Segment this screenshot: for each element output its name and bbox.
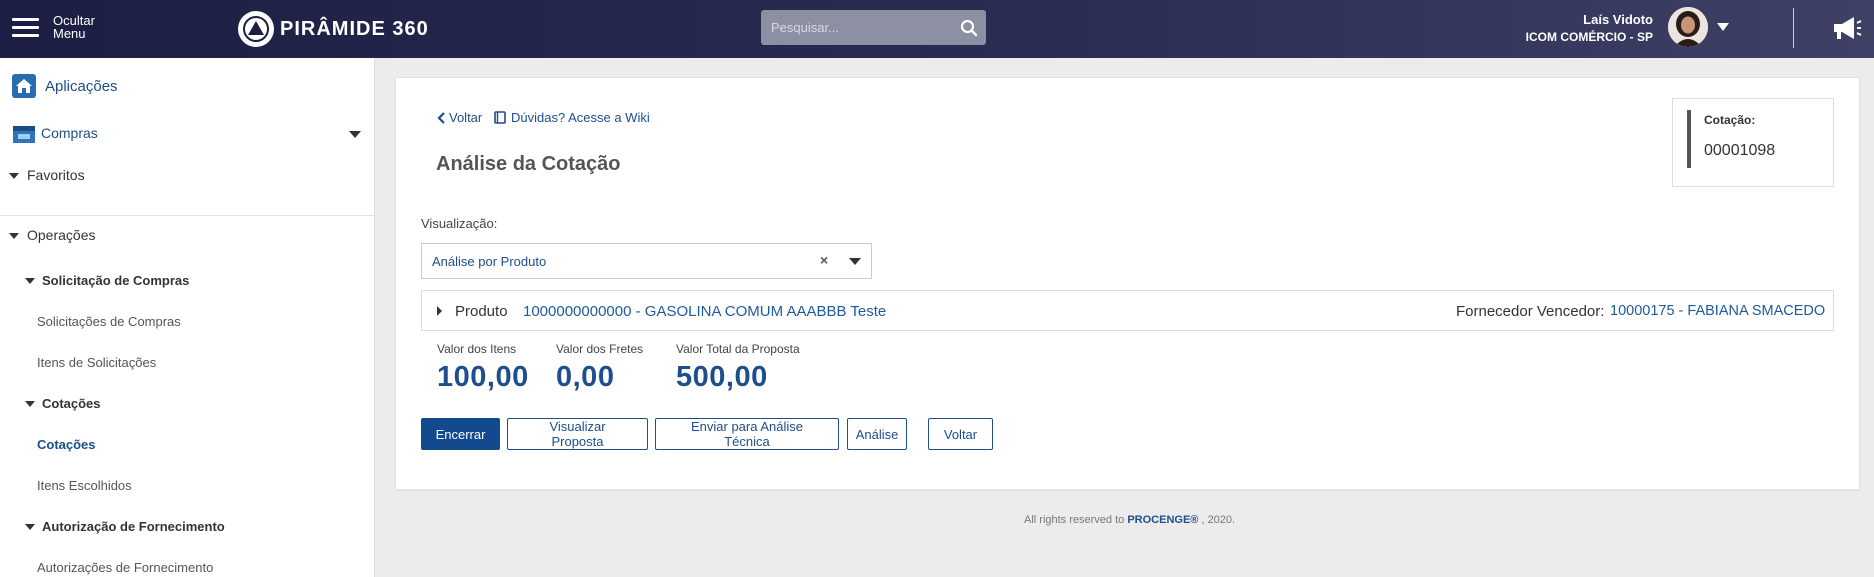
sidebar-item-label: Autorização de Fornecimento bbox=[42, 519, 225, 534]
user-name: Laís Vidoto bbox=[1583, 12, 1653, 27]
caret-down-icon bbox=[25, 401, 35, 407]
enviar-analise-tecnica-button[interactable]: Enviar para Análise Técnica bbox=[655, 418, 839, 450]
sidebar-item-itens-escolhidos[interactable]: Itens Escolhidos bbox=[0, 473, 374, 499]
stat-label: Valor dos Itens bbox=[437, 342, 517, 356]
top-bar: Ocultar Menu PIRÂMIDE 360 Laís Vidoto IC… bbox=[0, 0, 1874, 58]
page-title: Análise da Cotação bbox=[436, 153, 621, 175]
sidebar: Aplicações Compras Favoritos Operações S… bbox=[0, 58, 375, 577]
sidebar-item-label: Itens de Solicitações bbox=[37, 355, 157, 370]
avatar[interactable] bbox=[1668, 7, 1708, 47]
sidebar-item-solicitacoes-de-compras[interactable]: Solicitações de Compras bbox=[0, 309, 374, 335]
sidebar-item-label: Cotações bbox=[37, 437, 96, 452]
fornecedor-label: Fornecedor Vencedor: bbox=[1456, 303, 1605, 320]
analise-button[interactable]: Análise bbox=[847, 418, 907, 450]
sidebar-item-label: Solicitação de Compras bbox=[42, 273, 190, 288]
pyramid-logo-icon bbox=[238, 11, 274, 47]
caret-down-icon bbox=[25, 278, 35, 284]
clear-selection-icon[interactable]: × bbox=[820, 252, 828, 268]
sidebar-item-aplicacoes[interactable]: Aplicações bbox=[0, 72, 374, 102]
cotacao-info-box: Cotação: 00001098 bbox=[1672, 98, 1834, 187]
expand-caret-right-icon[interactable] bbox=[437, 306, 442, 316]
visualizacao-label: Visualização: bbox=[421, 216, 498, 231]
footer-prefix: All rights reserved to bbox=[1024, 514, 1125, 526]
cotacao-accent-bar bbox=[1687, 110, 1691, 168]
encerrar-button[interactable]: Encerrar bbox=[421, 418, 500, 450]
book-icon bbox=[494, 111, 506, 124]
cotacao-value: 00001098 bbox=[1704, 142, 1776, 159]
caret-down-icon bbox=[25, 524, 35, 530]
search-box bbox=[761, 10, 986, 45]
shopping-box-icon bbox=[13, 126, 35, 143]
footer-brand-link[interactable]: PROCENGE® bbox=[1127, 514, 1198, 526]
sidebar-group-operacoes[interactable]: Operações bbox=[0, 222, 374, 248]
megaphone-icon[interactable] bbox=[1830, 14, 1862, 42]
sidebar-item-label: Solicitações de Compras bbox=[37, 314, 181, 329]
stat-value: 500,00 bbox=[676, 361, 768, 393]
wiki-link[interactable]: Dúvidas? Acesse a Wiki bbox=[494, 110, 650, 125]
footer-suffix: , 2020. bbox=[1201, 514, 1236, 526]
main-card: Voltar Dúvidas? Acesse a Wiki Análise da… bbox=[395, 77, 1860, 490]
stat-label: Valor Total da Proposta bbox=[676, 342, 800, 356]
back-link[interactable]: Voltar bbox=[437, 110, 482, 125]
sidebar-group-favoritos[interactable]: Favoritos bbox=[0, 162, 374, 188]
fornecedor-value: 10000175 - FABIANA SMACEDO bbox=[1610, 303, 1826, 319]
logo[interactable]: PIRÂMIDE 360 bbox=[238, 10, 429, 48]
sidebar-group-cotacoes[interactable]: Cotações bbox=[0, 391, 374, 417]
sidebar-item-itens-de-solicitacoes[interactable]: Itens de Solicitações bbox=[0, 350, 374, 376]
sidebar-item-label: Autorizações de Fornecimento bbox=[37, 560, 214, 575]
stat-valor-fretes: Valor dos Fretes 0,00 bbox=[556, 342, 643, 394]
voltar-button[interactable]: Voltar bbox=[928, 418, 993, 450]
user-company: ICOM COMÉRCIO - SP bbox=[1525, 30, 1653, 44]
stat-label: Valor dos Fretes bbox=[556, 342, 644, 356]
sidebar-item-cotacoes[interactable]: Cotações bbox=[0, 432, 374, 458]
stat-value: 0,00 bbox=[556, 361, 615, 393]
wiki-link-label: Dúvidas? Acesse a Wiki bbox=[511, 110, 650, 125]
toggle-menu-button[interactable]: Ocultar Menu bbox=[12, 14, 122, 44]
chevron-down-icon[interactable] bbox=[849, 258, 861, 265]
sidebar-item-label: Favoritos bbox=[27, 167, 85, 183]
hamburger-icon bbox=[12, 18, 39, 38]
search-icon[interactable] bbox=[960, 19, 978, 37]
sidebar-group-autorizacao-de-fornecimento[interactable]: Autorização de Fornecimento bbox=[0, 514, 374, 540]
stat-valor-total: Valor Total da Proposta 500,00 bbox=[676, 342, 800, 394]
visualizacao-selected-value: Análise por Produto bbox=[432, 254, 547, 269]
cotacao-label: Cotação: bbox=[1704, 113, 1756, 127]
sidebar-item-label: Itens Escolhidos bbox=[37, 478, 132, 493]
produto-label: Produto bbox=[455, 303, 508, 320]
footer: All rights reserved to PROCENGE® , 2020. bbox=[1024, 514, 1235, 526]
sidebar-module-label: Compras bbox=[41, 125, 98, 141]
logo-text: PIRÂMIDE 360 bbox=[280, 17, 429, 40]
sidebar-module-compras[interactable]: Compras bbox=[0, 118, 374, 148]
sidebar-group-solicitacao-de-compras[interactable]: Solicitação de Compras bbox=[0, 268, 374, 294]
search-input[interactable] bbox=[761, 10, 951, 45]
stat-valor-itens: Valor dos Itens 100,00 bbox=[437, 342, 529, 394]
back-link-label: Voltar bbox=[449, 110, 483, 125]
user-menu-chevron-down-icon[interactable] bbox=[1716, 22, 1730, 32]
toggle-menu-label: Ocultar Menu bbox=[53, 13, 95, 41]
produto-row: Produto 1000000000000 - GASOLINA COMUM A… bbox=[421, 290, 1834, 331]
sidebar-item-label: Operações bbox=[27, 227, 96, 243]
chevron-left-icon bbox=[437, 111, 445, 124]
sidebar-divider bbox=[0, 215, 374, 216]
visualizacao-select[interactable]: Análise por Produto × bbox=[421, 243, 872, 279]
header-divider bbox=[1793, 8, 1794, 48]
visualizar-proposta-button[interactable]: Visualizar Proposta bbox=[507, 418, 648, 450]
sidebar-item-autorizacoes-de-fornecimento[interactable]: Autorizações de Fornecimento bbox=[0, 555, 374, 577]
sidebar-item-label: Aplicações bbox=[45, 78, 118, 95]
produto-value: 1000000000000 - GASOLINA COMUM AAABBB Te… bbox=[523, 303, 887, 320]
home-icon bbox=[12, 74, 36, 98]
chevron-down-icon[interactable] bbox=[349, 131, 361, 138]
caret-down-icon bbox=[9, 173, 19, 179]
sidebar-item-label: Cotações bbox=[42, 396, 101, 411]
stat-value: 100,00 bbox=[437, 361, 529, 393]
caret-down-icon bbox=[9, 233, 19, 239]
